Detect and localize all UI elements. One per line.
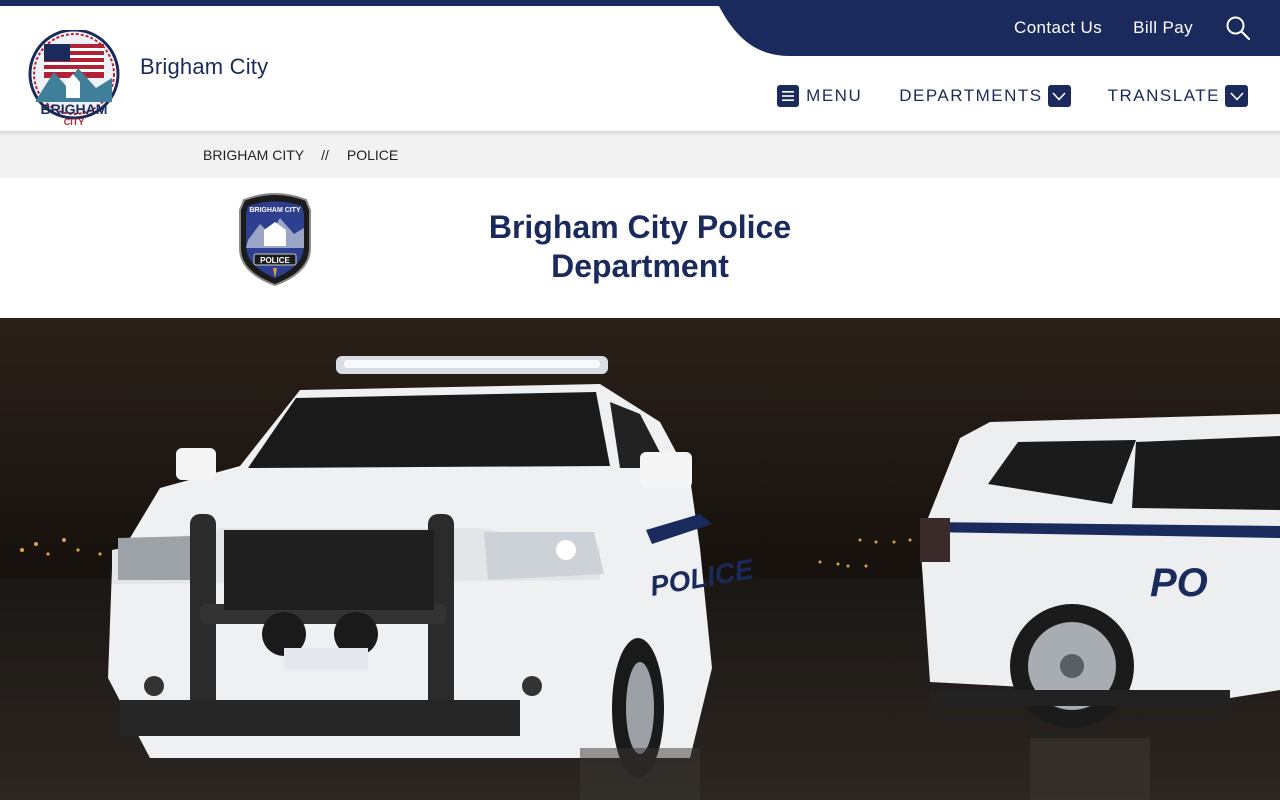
badge-text: POLICE (260, 256, 290, 265)
translate-label: TRANSLATE (1107, 86, 1220, 105)
bill-pay-link[interactable]: Bill Pay (1133, 18, 1193, 38)
main-nav: MENU DEPARTMENTS TRANSLATE (777, 84, 1248, 108)
menu-button[interactable]: MENU (777, 85, 862, 107)
right-vehicle-label: PO (1150, 561, 1208, 605)
departments-label: DEPARTMENTS (899, 86, 1043, 105)
page-title-line1: Brigham City Police (488, 209, 792, 245)
departments-dropdown[interactable]: DEPARTMENTS (899, 85, 1071, 107)
contact-us-link[interactable]: Contact Us (1014, 18, 1102, 38)
badge-top-text: BRIGHAM CITY (249, 207, 301, 214)
page-title-line2: Department (551, 248, 729, 284)
hero-photo-police-vehicles: POLICE PO (0, 318, 1280, 800)
site-title[interactable]: Brigham City (140, 54, 268, 80)
police-suv-right: PO (920, 414, 1280, 728)
logo-text: BRIGHAM (41, 101, 108, 117)
page-header: BRIGHAM CITY POLICE Brigham City Police … (0, 178, 1280, 318)
utility-nav: Contact Us Bill Pay (0, 0, 1280, 56)
breadcrumb-home-link[interactable]: BRIGHAM CITY (203, 147, 304, 163)
page-title: Brigham City Police Department (440, 208, 840, 286)
breadcrumb-current[interactable]: POLICE (347, 147, 398, 163)
hamburger-icon (777, 85, 800, 107)
translate-dropdown[interactable]: TRANSLATE (1108, 85, 1248, 107)
breadcrumb-separator: // (321, 147, 329, 163)
search-icon[interactable] (1224, 14, 1252, 42)
chevron-down-icon[interactable] (1047, 85, 1071, 107)
chevron-down-icon[interactable] (1225, 85, 1248, 107)
police-badge-logo: BRIGHAM CITY POLICE (239, 193, 311, 286)
menu-label: MENU (806, 86, 863, 105)
breadcrumb: BRIGHAM CITY // POLICE (0, 131, 1280, 178)
hero-image: POLICE PO (0, 318, 1280, 800)
logo-subtext: CITY (64, 117, 85, 127)
